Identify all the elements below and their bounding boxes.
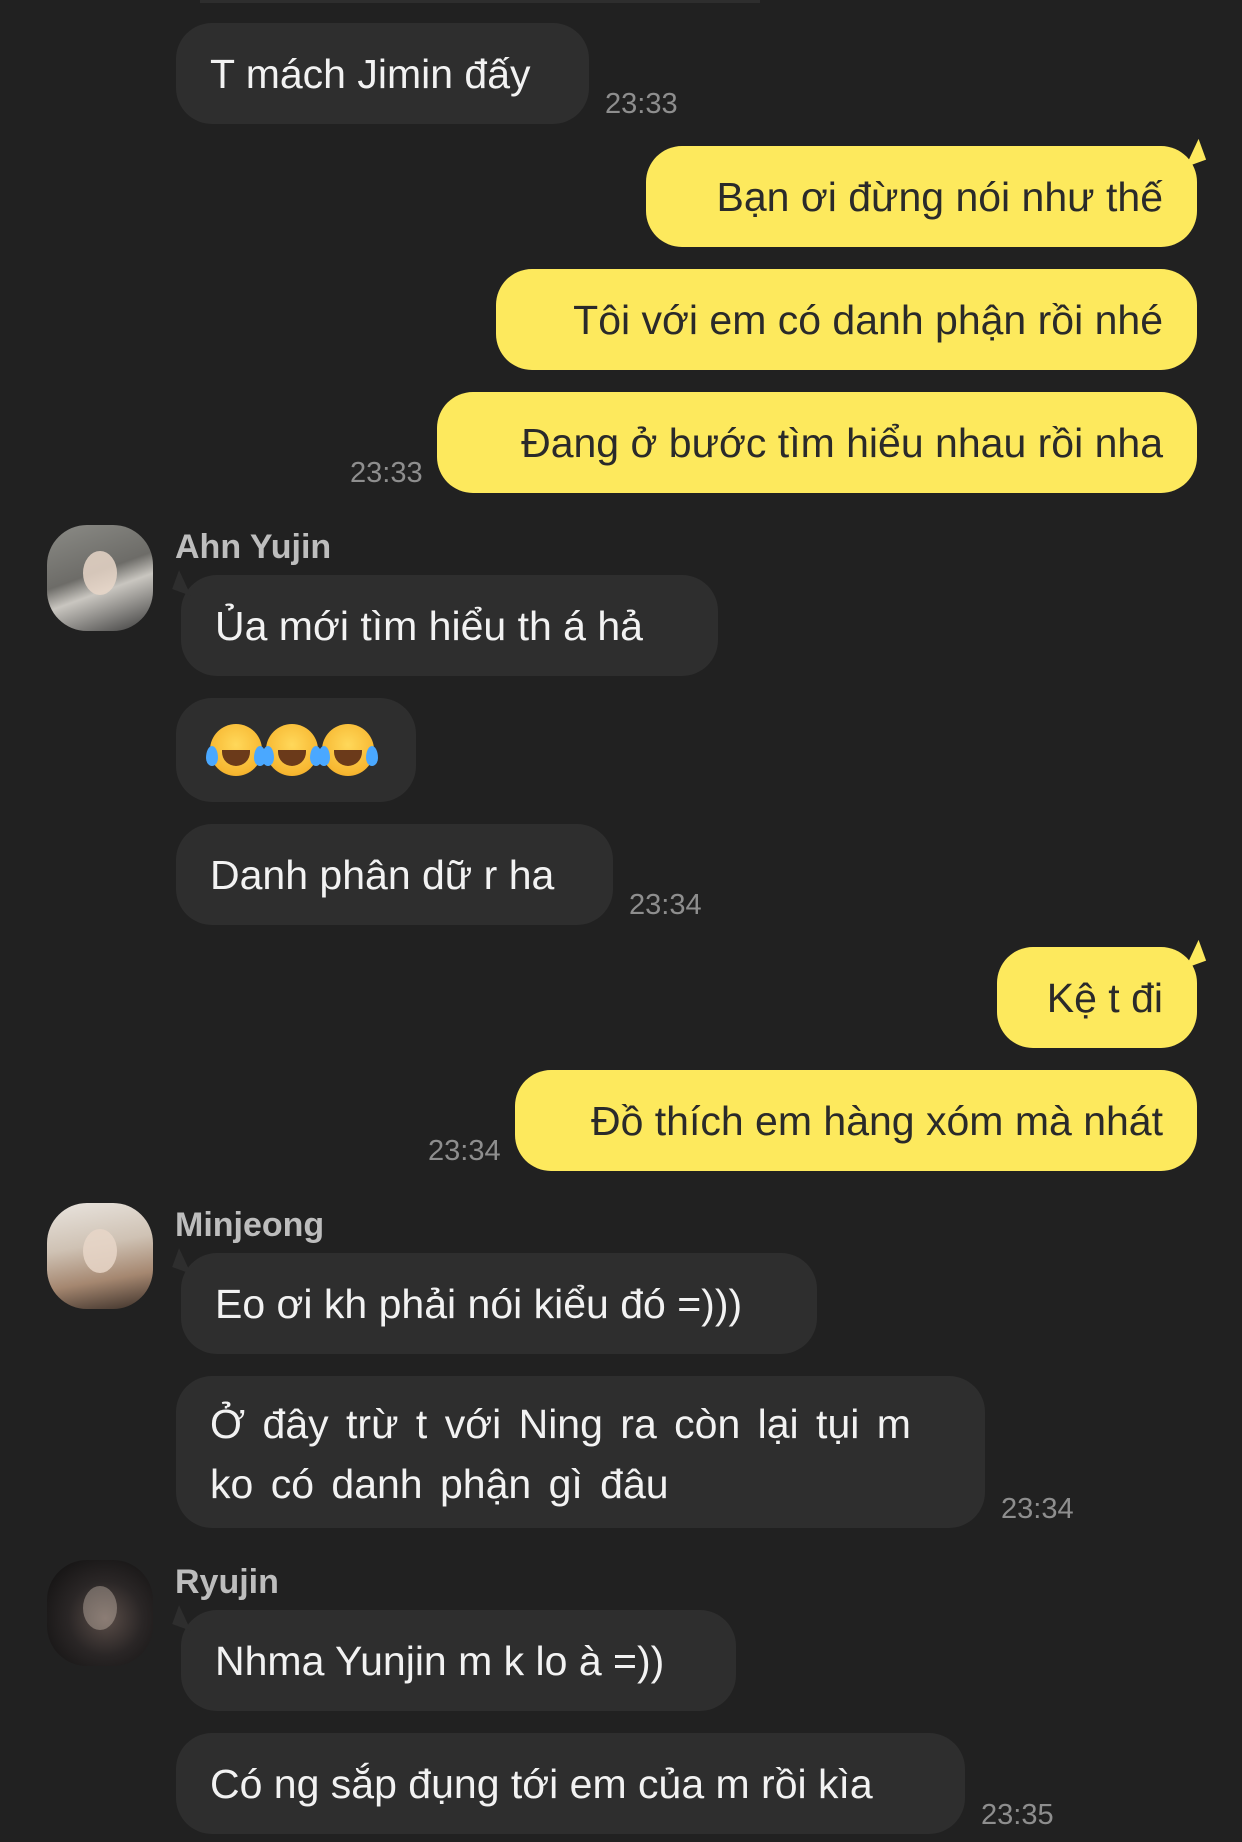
message-text: T mách Jimin đấy bbox=[210, 50, 531, 97]
message-bubble-incoming[interactable]: T mách Jimin đấy bbox=[176, 23, 589, 124]
face-with-tears-of-joy-icon bbox=[206, 724, 266, 776]
face-with-tears-of-joy-icon bbox=[262, 724, 322, 776]
message-text: Danh phân dữ r ha bbox=[210, 851, 555, 898]
message-text: Đồ thích em hàng xóm mà nhát bbox=[590, 1097, 1163, 1144]
avatar[interactable] bbox=[47, 1203, 153, 1309]
sender-name: Ryujin bbox=[175, 1563, 279, 1601]
message-text: Ủa mới tìm hiểu th á hả bbox=[215, 602, 643, 649]
message-bubble-outgoing[interactable]: Đang ở bước tìm hiểu nhau rồi nha bbox=[437, 392, 1197, 493]
profile-photo-icon bbox=[83, 551, 117, 595]
message-text: Kệ t đi bbox=[1046, 974, 1163, 1021]
avatar[interactable] bbox=[47, 1560, 153, 1666]
message-timestamp: 23:35 bbox=[981, 1799, 1054, 1831]
message-bubble-incoming[interactable]: Eo ơi kh phải nói kiểu đó =))) bbox=[181, 1253, 817, 1354]
message-timestamp: 23:33 bbox=[605, 88, 678, 120]
message-text: Eo ơi kh phải nói kiểu đó =))) bbox=[215, 1280, 743, 1327]
message-text: Có ng sắp đụng tới em của m rồi kìa bbox=[210, 1760, 873, 1807]
sender-name: Minjeong bbox=[175, 1206, 325, 1244]
message-text: Bạn ơi đừng nói như thế bbox=[716, 173, 1163, 220]
message-timestamp: 23:34 bbox=[1001, 1493, 1074, 1525]
message-timestamp: 23:33 bbox=[350, 457, 423, 489]
chat-screen: T mách Jimin đấy 23:33 Bạn ơi đừng nói n… bbox=[0, 0, 1242, 1842]
message-bubble-incoming[interactable]: Có ng sắp đụng tới em của m rồi kìa bbox=[176, 1733, 965, 1834]
message-bubble-incoming[interactable]: Danh phân dữ r ha bbox=[176, 824, 613, 925]
message-bubble-incoming[interactable]: Ủa mới tìm hiểu th á hả bbox=[181, 575, 718, 676]
message-bubble-outgoing[interactable]: Tôi với em có danh phận rồi nhé bbox=[496, 269, 1197, 370]
message-bubble-incoming[interactable] bbox=[176, 698, 416, 802]
message-text: Nhma Yunjin m k lo à =)) bbox=[215, 1637, 665, 1684]
previous-bubble-edge bbox=[200, 0, 760, 3]
message-bubble-outgoing[interactable]: Bạn ơi đừng nói như thế bbox=[646, 146, 1197, 247]
message-text: Ở đây trừ t với Ning ra còn lại tụi m ko… bbox=[210, 1401, 911, 1507]
message-text: Đang ở bước tìm hiểu nhau rồi nha bbox=[521, 419, 1163, 466]
profile-photo-icon bbox=[83, 1586, 117, 1630]
sender-name: Ahn Yujin bbox=[175, 528, 332, 566]
message-timestamp: 23:34 bbox=[428, 1135, 501, 1167]
message-timestamp: 23:34 bbox=[629, 889, 702, 921]
face-with-tears-of-joy-icon bbox=[318, 724, 378, 776]
message-bubble-incoming[interactable]: Nhma Yunjin m k lo à =)) bbox=[181, 1610, 736, 1711]
avatar[interactable] bbox=[47, 525, 153, 631]
message-text: Tôi với em có danh phận rồi nhé bbox=[573, 296, 1163, 343]
profile-photo-icon bbox=[83, 1229, 117, 1273]
message-bubble-outgoing[interactable]: Kệ t đi bbox=[997, 947, 1197, 1048]
message-bubble-outgoing[interactable]: Đồ thích em hàng xóm mà nhát bbox=[515, 1070, 1197, 1171]
message-bubble-incoming[interactable]: Ở đây trừ t với Ning ra còn lại tụi m ko… bbox=[176, 1376, 985, 1528]
